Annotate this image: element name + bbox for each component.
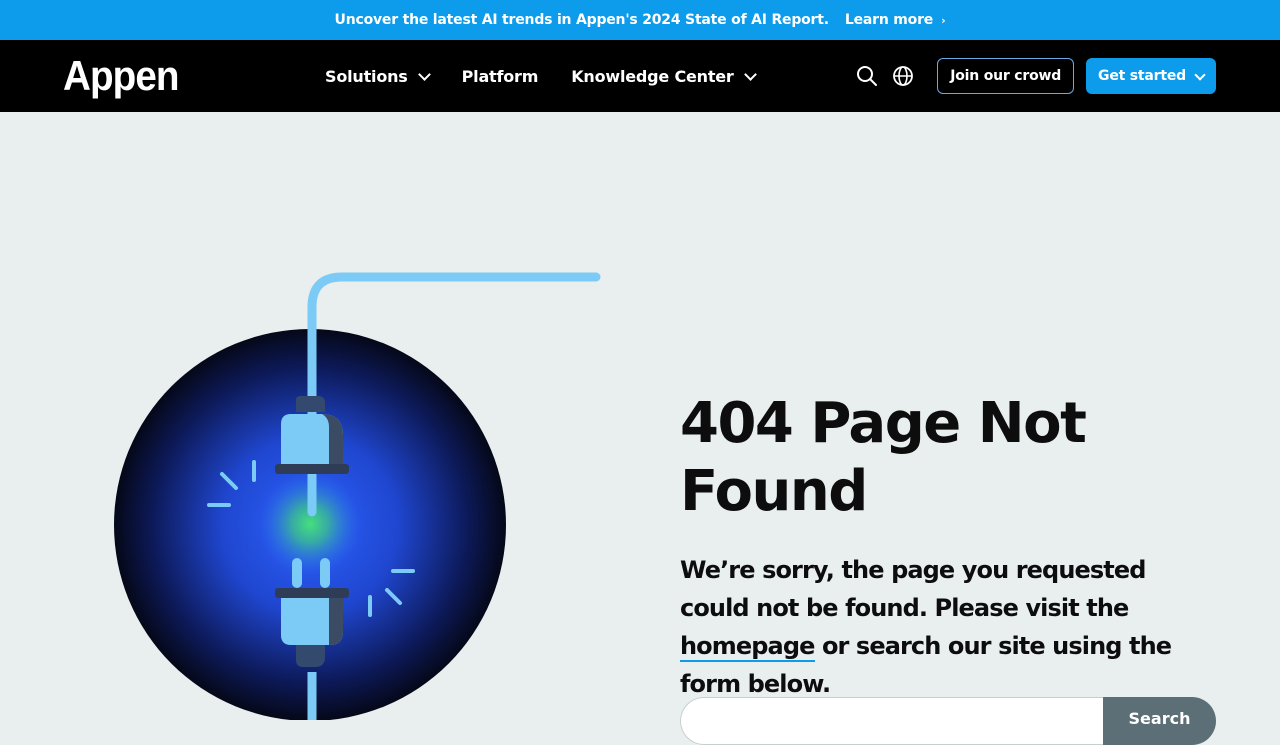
promo-banner: Uncover the latest AI trends in Appen's … <box>0 0 1280 40</box>
nav-menu: Solutions Platform Knowledge Center <box>325 40 788 112</box>
chevron-right-icon: › <box>941 13 946 27</box>
banner-text: Uncover the latest AI trends in Appen's … <box>334 12 830 28</box>
site-search-form: Search <box>680 697 1216 745</box>
nav-item-label: Platform <box>461 66 539 86</box>
appen-logo[interactable]: Appen <box>63 52 180 100</box>
main-navigation: Appen Solutions Platform Knowledge Cente… <box>0 40 1280 112</box>
join-crowd-button[interactable]: Join our crowd <box>937 58 1075 94</box>
search-icon[interactable] <box>855 64 879 88</box>
get-started-button[interactable]: Get started <box>1086 58 1216 94</box>
unplugged-illustration <box>0 112 640 721</box>
search-button[interactable]: Search <box>1103 697 1216 745</box>
description-text: We’re sorry, the page you requested coul… <box>680 556 1146 622</box>
nav-item-knowledge-center[interactable]: Knowledge Center <box>571 66 757 86</box>
error-description: We’re sorry, the page you requested coul… <box>680 551 1220 703</box>
globe-icon[interactable] <box>891 64 915 88</box>
learn-more-link[interactable]: Learn more › <box>845 12 946 28</box>
chevron-down-icon <box>417 67 431 81</box>
chevron-down-icon <box>1194 68 1206 81</box>
chevron-down-icon <box>743 67 757 81</box>
page-title: 404 Page Not Found <box>680 391 1087 524</box>
nav-item-label: Solutions <box>325 66 408 86</box>
search-input[interactable] <box>680 697 1103 745</box>
nav-tools: Join our crowd Get started <box>855 58 1216 94</box>
nav-item-platform[interactable]: Platform <box>462 67 539 86</box>
get-started-label: Get started <box>1098 68 1186 84</box>
nav-item-label: Knowledge Center <box>571 66 734 86</box>
homepage-link[interactable]: homepage <box>680 632 815 662</box>
nav-item-solutions[interactable]: Solutions <box>325 66 431 86</box>
learn-more-label: Learn more <box>844 12 934 28</box>
